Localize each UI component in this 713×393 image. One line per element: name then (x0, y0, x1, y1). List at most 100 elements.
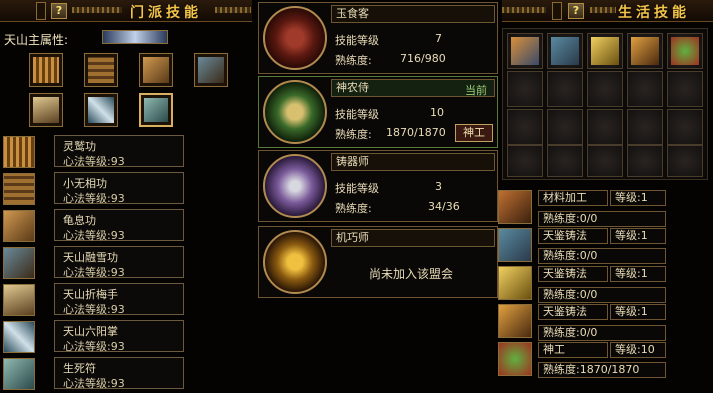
slot-filled[interactable] (547, 33, 583, 69)
left-panel-title: 门派技能 (130, 5, 202, 21)
anvil-emblem-icon (263, 154, 327, 218)
profession-card-current[interactable]: 神农侍 当前 技能等级 10 熟练度: 1870/1870 神工 (258, 76, 498, 148)
life-skill-name: 材料加工 (538, 190, 608, 206)
slot-empty[interactable] (627, 71, 663, 107)
gear-icon (631, 37, 659, 65)
slot-filled[interactable] (507, 33, 543, 69)
slot-empty[interactable] (587, 71, 623, 107)
life-skill-grid (502, 28, 708, 180)
slot-filled[interactable] (667, 33, 703, 69)
slot-empty[interactable] (627, 145, 663, 177)
skill-level-label: 技能等级 (335, 108, 379, 121)
life-skill-proficiency: 熟练度:1870/1870 (538, 362, 666, 378)
life-skill-name: 天鉴铸法 (538, 304, 608, 320)
skill-info: 天山融雪功 心法等级:93 (54, 246, 184, 279)
help-button[interactable]: ? (51, 3, 67, 19)
skill-info: 龟息功 心法等级:93 (54, 209, 184, 242)
book-icon (88, 57, 114, 83)
book-icon (33, 97, 59, 123)
skill-name: 天山折梅手 (63, 288, 118, 301)
life-skill-name: 神工 (538, 342, 608, 358)
skill-level: 心法等级:93 (63, 192, 125, 205)
not-joined-message: 尚未加入该盟会 (369, 267, 454, 281)
skill-slot-scroll[interactable] (29, 53, 63, 87)
skill-name: 天山融雪功 (63, 251, 118, 264)
life-skill-name: 天鉴铸法 (538, 266, 608, 282)
skill-slot-sword[interactable] (84, 93, 118, 127)
profession-name: 机巧师 (331, 229, 495, 247)
skill-info: 生死符心法等级:93 (54, 357, 184, 390)
life-skill-proficiency: 熟练度:0/0 (538, 325, 666, 341)
slot-empty[interactable] (547, 145, 583, 177)
slot-empty[interactable] (667, 71, 703, 107)
slot-empty[interactable] (507, 71, 543, 107)
list-item[interactable]: 生死符心法等级:93 (0, 357, 186, 391)
skill-name: 灵鹫功 (63, 140, 96, 153)
profession-name: 玉食客 (331, 5, 495, 23)
slot-empty[interactable] (507, 109, 543, 145)
anvil-icon (591, 37, 619, 65)
left-panel-titlebar: ? 门派技能 (0, 0, 252, 22)
book-icon (3, 210, 35, 242)
slot-filled[interactable] (587, 33, 623, 69)
slot-empty[interactable] (547, 109, 583, 145)
slot-empty[interactable] (507, 145, 543, 177)
master-badge[interactable]: 神工 (455, 124, 493, 142)
profession-name: 铸器师 (331, 153, 495, 171)
list-item[interactable]: 天山六阳掌 心法等级:93 (0, 320, 186, 354)
proficiency-label: 熟练度: (335, 54, 372, 67)
attribute-badge (102, 30, 168, 44)
book-icon (3, 173, 35, 205)
list-item[interactable]: 天山折梅手心法等级:93 (0, 283, 186, 317)
gear-emblem-icon (263, 230, 327, 294)
skill-name: 生死符 (63, 362, 96, 375)
life-skill-icon[interactable] (498, 342, 532, 376)
list-item[interactable]: 龟息功 心法等级:93 (0, 209, 186, 243)
anvil-icon (551, 37, 579, 65)
book-icon (3, 284, 35, 316)
skill-slot-book[interactable] (29, 93, 63, 127)
scroll-icon (3, 136, 35, 168)
slot-empty[interactable] (587, 145, 623, 177)
list-item[interactable]: 灵鹫功心法等级:93 (0, 135, 186, 169)
slot-empty[interactable] (547, 71, 583, 107)
slot-empty[interactable] (587, 109, 623, 145)
list-item[interactable]: 天山融雪功 心法等级:93 (0, 246, 186, 280)
skill-slot-selected[interactable] (139, 93, 173, 127)
skill-level: 心法等级:93 (63, 377, 125, 390)
title-stripe (215, 7, 251, 13)
skill-level-label: 技能等级 (335, 34, 379, 47)
slot-empty[interactable] (667, 109, 703, 145)
skill-level-label: 技能等级 (335, 182, 379, 195)
help-button[interactable]: ? (568, 3, 584, 19)
skill-slot-book[interactable] (139, 53, 173, 87)
sword-icon (3, 321, 35, 353)
life-skill-icon[interactable] (498, 266, 532, 300)
slot-filled[interactable] (627, 33, 663, 69)
skill-level: 心法等级:93 (63, 155, 125, 168)
life-skill-name: 天鉴铸法 (538, 228, 608, 244)
proficiency-label: 熟练度: (335, 202, 372, 215)
profession-card[interactable]: 玉食客 技能等级 7 熟练度: 716/980 (258, 2, 498, 74)
skill-level: 心法等级:93 (63, 303, 125, 316)
book-icon (143, 57, 169, 83)
proficiency-label: 熟练度: (335, 128, 372, 141)
list-item[interactable]: 小无相功 心法等级:93 (0, 172, 186, 206)
attribute-label: 天山主属性: (4, 33, 69, 47)
book-icon (198, 57, 224, 83)
proficiency-value: 1870/1870 (386, 126, 446, 139)
life-skill-icon[interactable] (498, 304, 532, 338)
right-panel-titlebar: ? 生活技能 (502, 0, 713, 22)
life-skill-proficiency: 熟练度:0/0 (538, 248, 666, 264)
skill-slot-book[interactable] (84, 53, 118, 87)
life-skill-icon[interactable] (498, 190, 532, 224)
profession-card[interactable]: 铸器师 技能等级 3 熟练度: 34/36 (258, 150, 498, 222)
skill-level-value: 10 (430, 106, 444, 119)
dragon-emblem-icon (263, 6, 327, 70)
slot-empty[interactable] (667, 145, 703, 177)
life-skill-icon[interactable] (498, 228, 532, 262)
scroll-icon (33, 57, 59, 83)
profession-card[interactable]: 机巧师 尚未加入该盟会 (258, 226, 498, 298)
slot-empty[interactable] (627, 109, 663, 145)
skill-slot-book[interactable] (194, 53, 228, 87)
